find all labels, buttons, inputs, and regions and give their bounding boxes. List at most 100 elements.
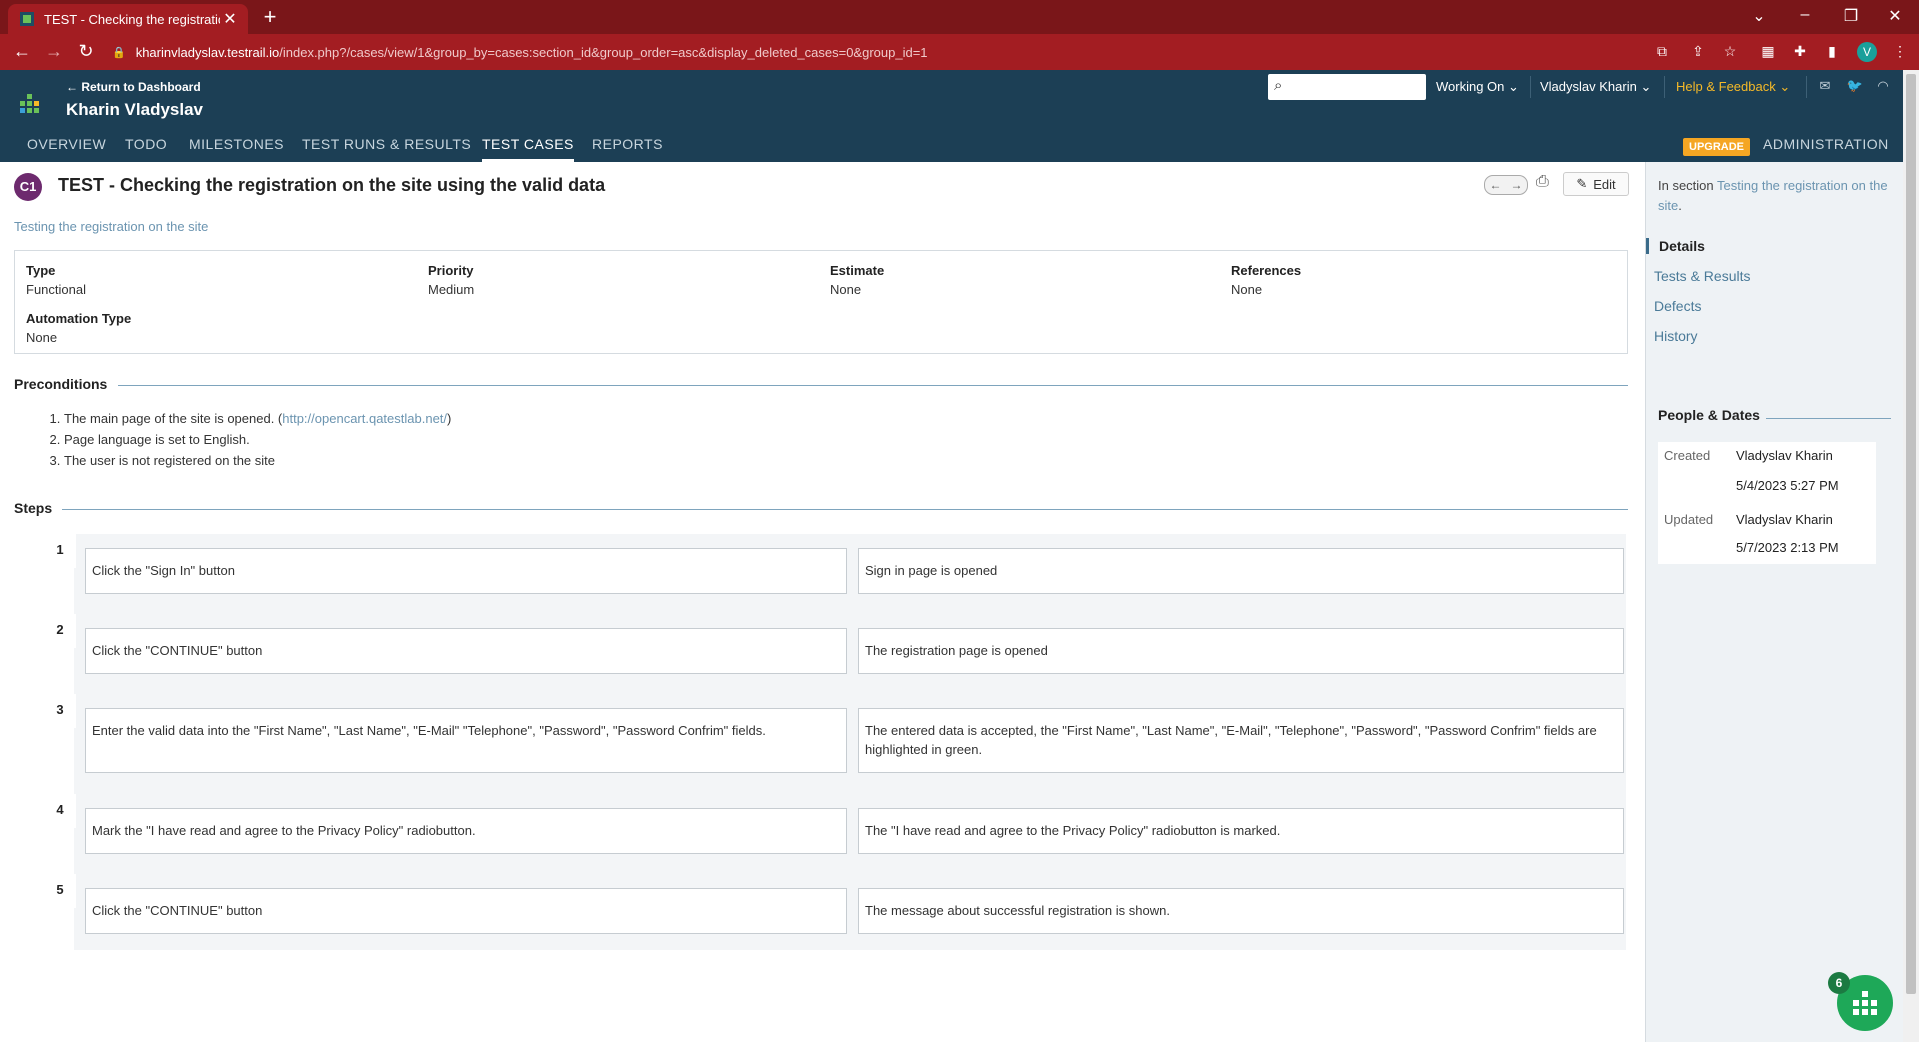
step-action: Mark the "I have read and agree to the P…	[85, 808, 847, 854]
user-menu[interactable]: Vladyslav Kharin ⌄	[1540, 79, 1651, 95]
preconditions-list: The main page of the site is opened. (ht…	[50, 408, 451, 471]
created-date: 5/4/2023 5:27 PM	[1736, 478, 1839, 493]
bookmark-star-icon[interactable]: ☆	[1720, 43, 1740, 60]
header-divider	[1530, 76, 1531, 98]
scrollbar-thumb[interactable]	[1906, 74, 1916, 994]
step-expected: The registration page is opened	[858, 628, 1624, 674]
case-sidebar: In section Testing the registration on t…	[1645, 162, 1904, 1042]
new-tab-icon[interactable]: +	[258, 4, 282, 30]
tab-todo[interactable]: TODO	[125, 136, 167, 162]
step-expected: The "I have read and agree to the Privac…	[858, 808, 1624, 854]
lock-icon: 🔒	[112, 46, 126, 59]
case-properties: Type Functional Priority Medium Estimate…	[14, 250, 1628, 354]
profile-avatar[interactable]: V	[1857, 42, 1877, 62]
return-to-dashboard-link[interactable]: ← Return to Dashboard	[66, 80, 201, 94]
prop-estimate: Estimate None	[830, 263, 884, 297]
user-menu-label: Vladyslav Kharin	[1540, 79, 1637, 94]
extension-icon[interactable]: ▦	[1758, 43, 1778, 60]
puzzle-icon[interactable]: ✚	[1790, 43, 1810, 60]
edit-button[interactable]: ✎ Edit	[1563, 172, 1629, 196]
working-on-label: Working On	[1436, 79, 1505, 94]
notification-badge: 6	[1828, 972, 1850, 994]
sidebar-tab-details[interactable]: Details	[1646, 238, 1705, 254]
share-icon[interactable]: ⇪	[1688, 43, 1708, 60]
steps-divider	[62, 509, 1628, 510]
prop-label: References	[1231, 263, 1302, 278]
restore-icon[interactable]: ❐	[1836, 6, 1866, 26]
prop-label: Type	[26, 263, 56, 278]
list-item: The main page of the site is opened. (ht…	[64, 408, 451, 429]
url-field[interactable]: 🔒 kharinvladyslav.testrail.io/index.php?…	[106, 41, 1646, 63]
previous-case-icon[interactable]: ←	[1490, 178, 1502, 192]
prop-label: Estimate	[830, 263, 885, 278]
prop-priority: Priority Medium	[428, 263, 474, 297]
chevron-down-icon: ⌄	[1779, 79, 1791, 94]
working-on-menu[interactable]: Working On ⌄	[1436, 79, 1519, 95]
step-action: Click the "CONTINUE" button	[85, 628, 847, 674]
testrail-logo-icon[interactable]	[20, 94, 40, 114]
help-feedback-menu[interactable]: Help & Feedback ⌄	[1676, 79, 1790, 95]
tab-reports[interactable]: REPORTS	[592, 136, 663, 162]
step-number: 3	[56, 702, 64, 717]
prop-references: References None	[1231, 263, 1301, 297]
step-expected: The entered data is accepted, the "First…	[858, 708, 1624, 773]
rss-icon[interactable]: ◠	[1874, 78, 1892, 94]
mail-icon[interactable]: ✉	[1816, 78, 1834, 94]
prop-value: None	[26, 330, 58, 345]
tab-search-icon[interactable]: ⌄	[1744, 6, 1774, 26]
case-content: C1 TEST - Checking the registration on t…	[0, 162, 1645, 1042]
in-section-prefix: In section	[1658, 178, 1718, 193]
browser-menu-icon[interactable]: ⋮	[1890, 43, 1910, 60]
tab-administration[interactable]: ADMINISTRATION	[1763, 136, 1889, 162]
search-icon: ⌕	[1274, 77, 1283, 94]
precondition-paren: )	[447, 411, 452, 426]
prop-automation-type: Automation Type None	[26, 311, 131, 345]
step-number: 4	[56, 802, 64, 817]
in-section-suffix: .	[1678, 198, 1682, 213]
pencil-icon: ✎	[1576, 176, 1588, 191]
tab-test-runs[interactable]: TEST RUNS & RESULTS	[302, 136, 471, 162]
close-icon[interactable]: ✕	[220, 9, 240, 29]
tab-test-cases[interactable]: TEST CASES	[482, 136, 574, 162]
sidebar-tab-history[interactable]: History	[1654, 328, 1698, 344]
sidebar-tab-defects[interactable]: Defects	[1654, 298, 1701, 314]
updated-by: Vladyslav Kharin	[1736, 512, 1833, 527]
url-path: /index.php?/cases/view/1&group_by=cases:…	[279, 44, 928, 60]
prop-label: Priority	[428, 263, 474, 278]
browser-tab[interactable]: TEST - Checking the registration ✕	[8, 4, 248, 34]
twitter-icon[interactable]: 🐦	[1846, 78, 1864, 94]
section-link[interactable]: Testing the registration on the site	[14, 219, 208, 234]
case-id-badge: C1	[14, 173, 42, 201]
window-close-icon[interactable]: ✕	[1880, 6, 1910, 26]
reload-icon[interactable]: ↻	[74, 41, 98, 62]
preconditions-divider	[118, 385, 1628, 386]
precondition-link[interactable]: http://opencart.qatestlab.net/	[282, 411, 447, 426]
url-host: kharinvladyslav.testrail.io	[135, 44, 280, 60]
step-action: Click the "CONTINUE" button	[85, 888, 847, 934]
back-icon[interactable]: ←	[10, 41, 34, 62]
step-number: 5	[56, 882, 64, 897]
search-input[interactable]: ⌕	[1268, 74, 1426, 100]
sidepanel-icon[interactable]: ▮	[1822, 43, 1842, 60]
prop-type: Type Functional	[26, 263, 86, 297]
next-case-icon[interactable]: →	[1511, 178, 1523, 192]
tab-title: TEST - Checking the registration	[44, 11, 220, 27]
browser-tabbar: TEST - Checking the registration ✕ + ⌄ –…	[0, 0, 1919, 34]
tab-overview[interactable]: OVERVIEW	[27, 136, 106, 162]
help-label: Help & Feedback	[1676, 79, 1776, 94]
forward-icon[interactable]: →	[42, 41, 66, 62]
people-dates-heading: People & Dates	[1658, 407, 1760, 423]
prop-value: Medium	[428, 282, 475, 297]
testrail-favicon-icon	[20, 12, 34, 26]
step-expected: The message about successful registratio…	[858, 888, 1624, 934]
sidebar-tab-tests-results[interactable]: Tests & Results	[1654, 268, 1750, 284]
upgrade-button[interactable]: UPGRADE	[1683, 138, 1751, 156]
print-icon[interactable]: ⎙	[1536, 173, 1549, 191]
preconditions-heading: Preconditions	[14, 376, 108, 392]
minimize-icon[interactable]: –	[1790, 6, 1820, 24]
tab-milestones[interactable]: MILESTONES	[189, 136, 284, 162]
prop-value: None	[1231, 282, 1263, 297]
translate-icon[interactable]: ⧉	[1652, 43, 1672, 60]
step-expected: Sign in page is opened	[858, 548, 1624, 594]
header-divider	[1664, 76, 1665, 98]
